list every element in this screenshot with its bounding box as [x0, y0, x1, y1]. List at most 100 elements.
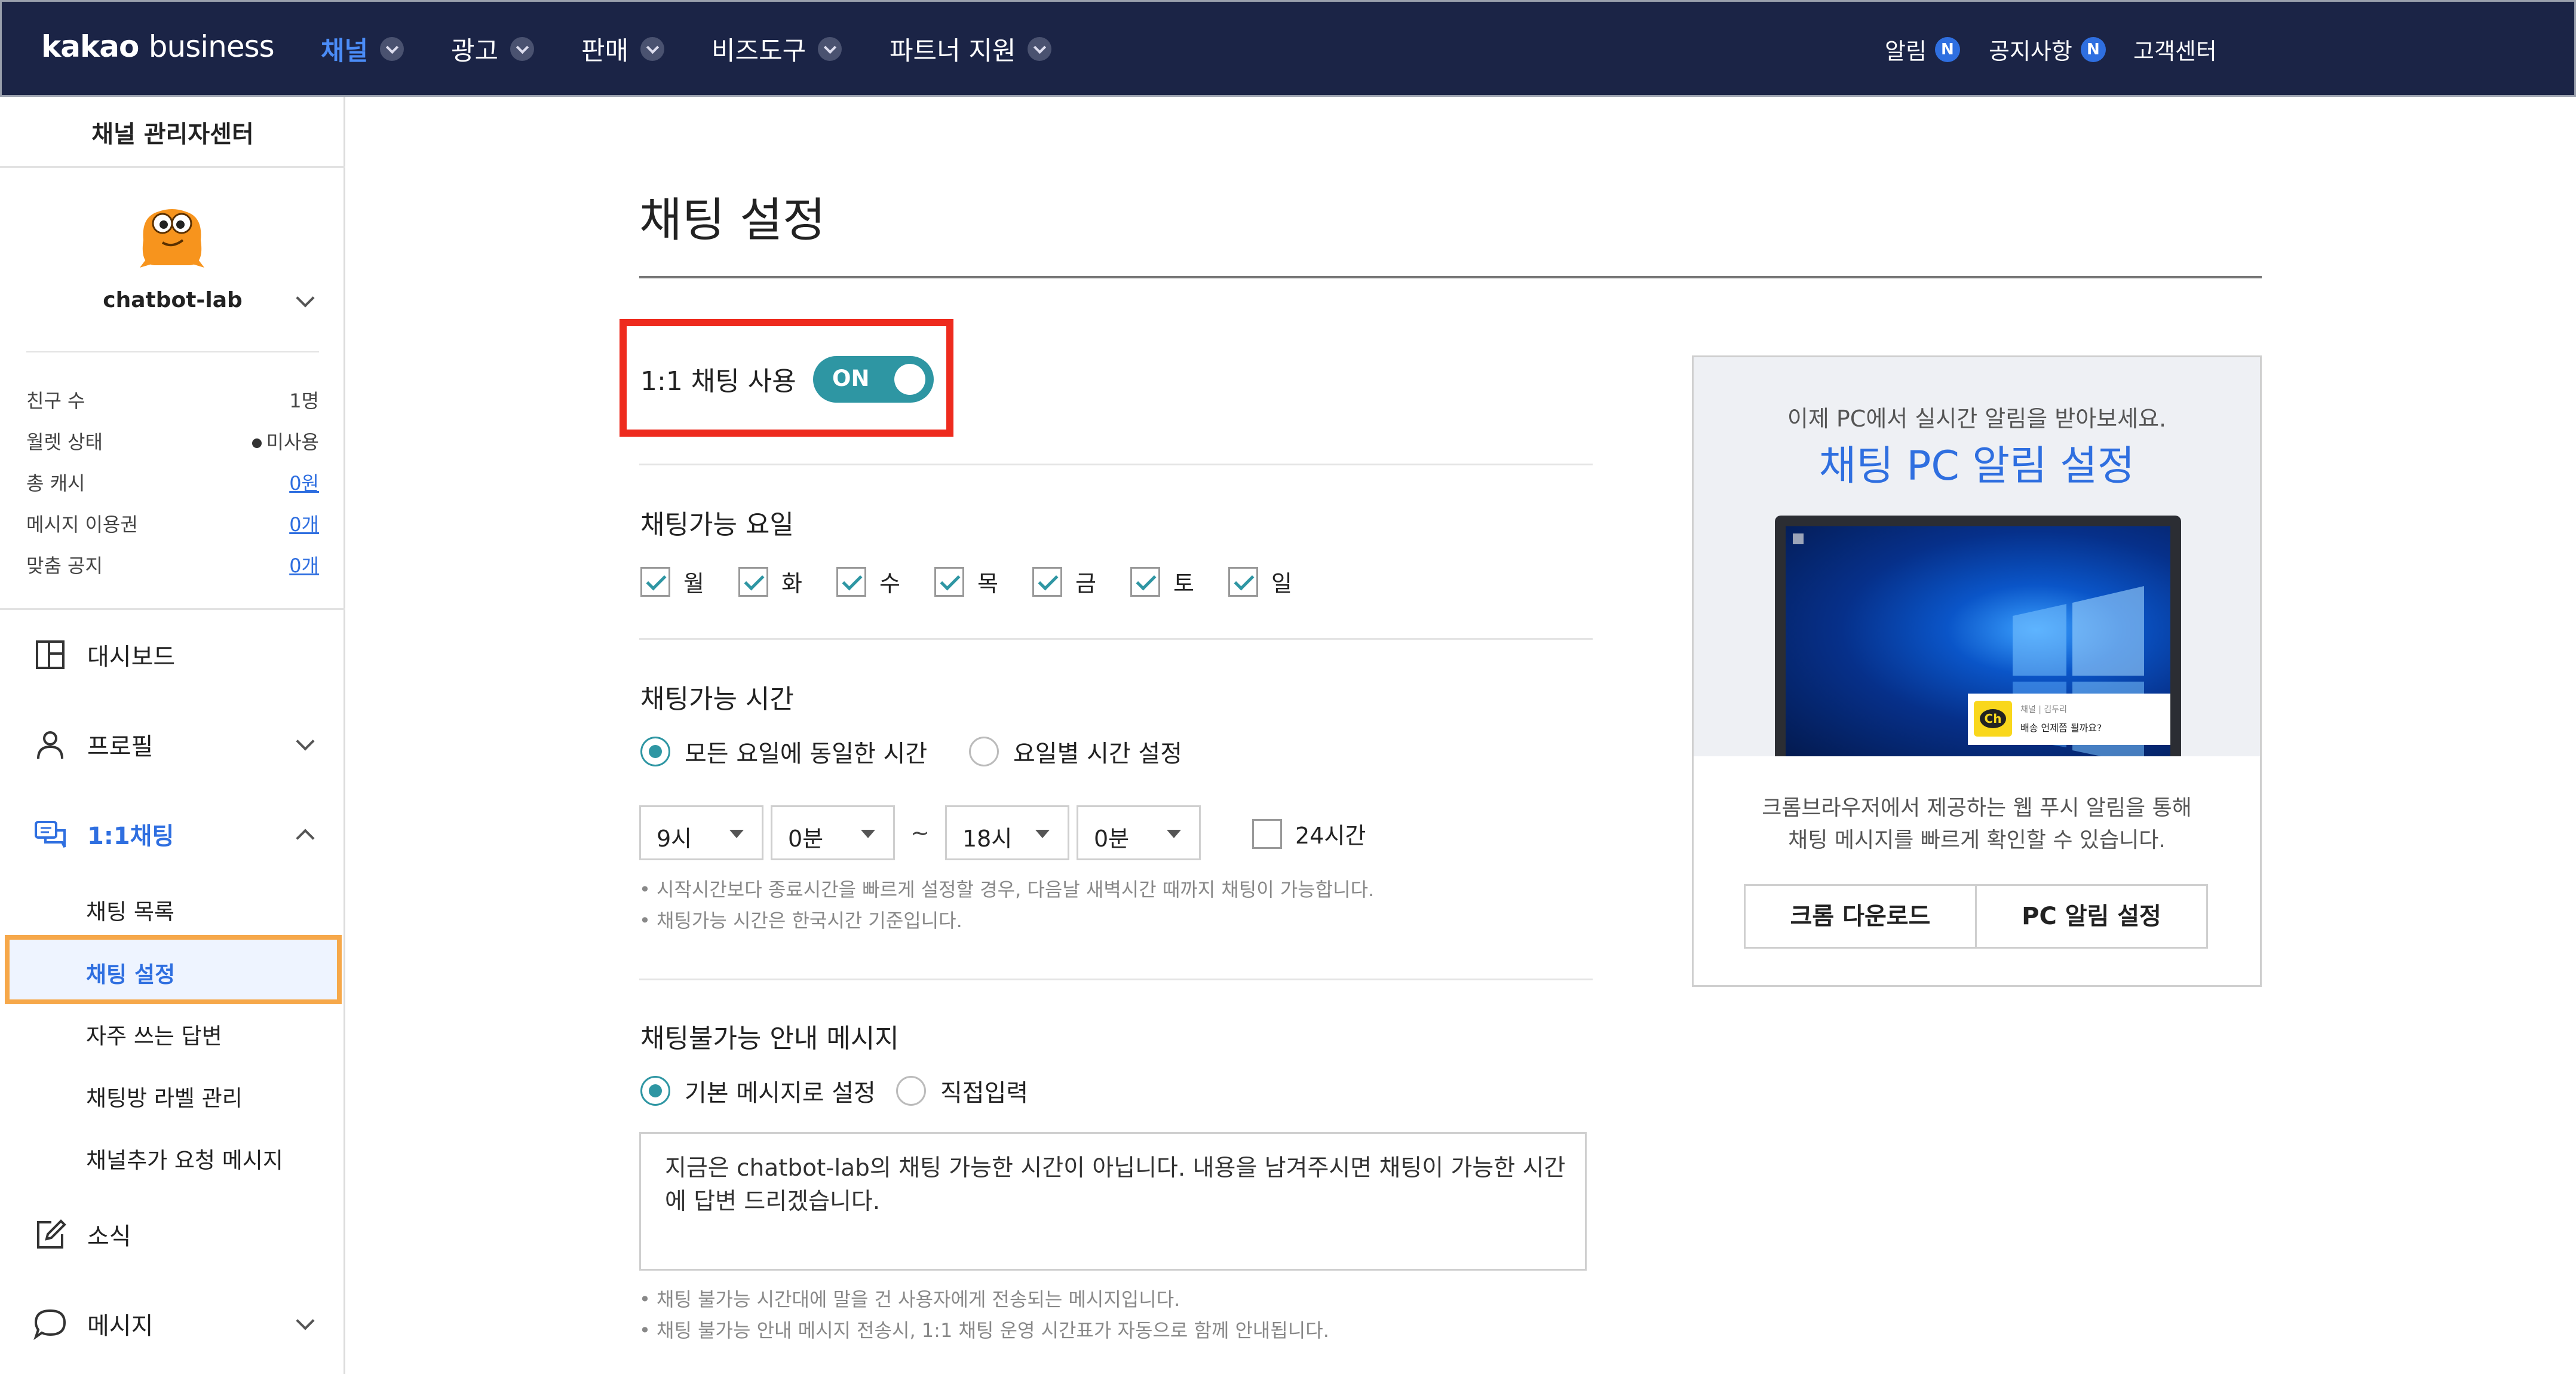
- radio-per-day-time[interactable]: 요일별 시간 설정: [969, 734, 1182, 769]
- radio-label: 기본 메시지로 설정: [685, 1079, 876, 1107]
- radio-label: 직접입력: [940, 1079, 1029, 1107]
- sidebar-item-dashboard[interactable]: 대시보드: [33, 637, 175, 672]
- speech-bubble-icon: [33, 1309, 66, 1341]
- time-note-1: • 시작시간보다 종료시간을 빠르게 설정할 경우, 다음날 새벽시간 때까지 …: [639, 878, 1375, 901]
- nav-menu-label: 비즈도구: [712, 36, 806, 66]
- checkbox-label: 24시간: [1295, 823, 1366, 849]
- divider: [639, 638, 1593, 640]
- top-navigation-bar: kakao business 채널 광고 판매 비즈도구 파트너 지원 알림 N…: [0, 0, 2576, 97]
- new-badge: N: [2080, 36, 2106, 62]
- stat-friends: 친구 수 1명: [26, 386, 319, 413]
- customer-center-label: 고객센터: [2133, 38, 2217, 65]
- checkbox[interactable]: [1130, 566, 1160, 597]
- promo-subtitle: 이제 PC에서 실시간 알림을 받아보세요.: [1787, 406, 2167, 432]
- logo-bold: kakao: [41, 29, 139, 64]
- nav-menu-sales[interactable]: 판매: [581, 30, 665, 68]
- chrome-download-button[interactable]: 크롬 다운로드: [1744, 884, 1977, 949]
- dropdown-arrow-icon: [729, 830, 744, 838]
- unavailable-section-title: 채팅불가능 안내 메시지: [640, 1023, 899, 1054]
- stat-value-wrap: 0개: [289, 510, 319, 537]
- notification-sender: 채널 | 김두리: [2020, 705, 2068, 714]
- unavailable-message-textarea[interactable]: 지금은 chatbot-lab의 채팅 가능한 시간이 아닙니다. 내용을 남겨…: [639, 1132, 1587, 1271]
- radio-custom-message[interactable]: 직접입력: [896, 1074, 1028, 1108]
- chevron-down-icon: [1028, 37, 1052, 61]
- stat-value: 1명: [289, 389, 319, 412]
- chevron-down-icon[interactable]: [296, 1311, 315, 1330]
- chat-enable-toggle[interactable]: ON: [813, 356, 934, 403]
- checkbox[interactable]: [934, 566, 964, 597]
- promo-title: 채팅 PC 알림 설정: [1818, 443, 2135, 490]
- start-minute-select[interactable]: 0분: [771, 805, 895, 860]
- notices-label: 공지사항: [1989, 38, 2072, 65]
- chevron-down-icon: [640, 37, 665, 61]
- kakao-channel-icon: Ch: [1974, 701, 2012, 737]
- stat-label: 월렛 상태: [26, 431, 103, 453]
- laptop-illustration: Ch 채널 | 김두리 배송 언제쯤 될까요?: [1775, 516, 2181, 756]
- sidebar-item-news[interactable]: 소식: [33, 1217, 131, 1252]
- checkbox[interactable]: [1228, 566, 1258, 597]
- nav-menu-biz-tools[interactable]: 비즈도구: [712, 30, 842, 68]
- sidebar-item-label: 소식: [87, 1223, 131, 1250]
- nav-menu-label: 광고: [451, 36, 499, 66]
- sidebar-sub-chat-labels[interactable]: 채팅방 라벨 관리: [86, 1080, 243, 1112]
- end-minute-select[interactable]: 0분: [1077, 805, 1201, 860]
- range-separator: ~: [910, 820, 930, 846]
- message-text: 지금은 chatbot-lab의 채팅 가능한 시간이 아닙니다. 내용을 남겨…: [665, 1155, 1566, 1215]
- day-checkbox-tue[interactable]: 화: [738, 565, 802, 598]
- day-checkbox-sat[interactable]: 토: [1130, 565, 1194, 598]
- checkbox[interactable]: [640, 566, 670, 597]
- start-hour-select[interactable]: 9시: [639, 805, 763, 860]
- sidebar-item-message[interactable]: 메시지: [33, 1306, 153, 1341]
- divider: [26, 351, 319, 352]
- kakao-business-logo[interactable]: kakao business: [41, 29, 275, 64]
- message-note-2: • 채팅 불가능 안내 메시지 전송시, 1:1 채팅 운영 시간표가 자동으로…: [639, 1319, 1329, 1342]
- radio-button[interactable]: [640, 1076, 670, 1106]
- day-checkbox-sun[interactable]: 일: [1228, 565, 1292, 598]
- notifications-link[interactable]: 알림 N: [1885, 33, 1960, 66]
- nav-menu-ads[interactable]: 광고: [451, 30, 535, 68]
- pc-notification-settings-button[interactable]: PC 알림 설정: [1975, 884, 2208, 949]
- message-note-1: • 채팅 불가능 시간대에 말을 건 사용자에게 전송되는 메시지입니다.: [639, 1288, 1180, 1311]
- stat-custom-notice: 맞춤 공지 0개: [26, 551, 319, 578]
- stat-notice-link[interactable]: 0개: [289, 554, 319, 577]
- stat-cash-link[interactable]: 0원: [289, 472, 319, 495]
- nav-menu-label: 채널: [321, 36, 369, 66]
- all-day-checkbox[interactable]: 24시간: [1252, 817, 1366, 850]
- nav-menu-channel[interactable]: 채널: [321, 30, 404, 68]
- checkbox[interactable]: [1252, 818, 1282, 849]
- radio-button[interactable]: [969, 737, 999, 766]
- sidebar-item-profile[interactable]: 프로필: [33, 727, 153, 762]
- sidebar-sub-chat-list[interactable]: 채팅 목록: [86, 894, 174, 926]
- radio-same-time[interactable]: 모든 요일에 동일한 시간: [640, 734, 927, 769]
- radio-button[interactable]: [896, 1076, 926, 1106]
- nav-menu-partner-support[interactable]: 파트너 지원: [890, 30, 1052, 68]
- sidebar-sub-add-channel-message[interactable]: 채널추가 요청 메시지: [86, 1142, 283, 1174]
- day-checkbox-mon[interactable]: 월: [640, 565, 704, 598]
- notification-popup: Ch 채널 | 김두리 배송 언제쯤 될까요?: [1968, 694, 2170, 745]
- notices-link[interactable]: 공지사항 N: [1989, 33, 2106, 66]
- person-icon: [37, 731, 63, 759]
- sidebar-sub-chat-settings[interactable]: 채팅 설정: [5, 935, 342, 1004]
- stat-wallet: 월렛 상태 미사용: [26, 427, 319, 455]
- day-checkbox-fri[interactable]: 금: [1032, 565, 1096, 598]
- chat-toggle-label: 1:1 채팅 사용: [640, 366, 796, 397]
- checkbox[interactable]: [836, 566, 866, 597]
- dropdown-arrow-icon: [1035, 830, 1050, 838]
- toggle-state: ON: [832, 366, 870, 391]
- chevron-up-icon[interactable]: [296, 829, 315, 848]
- checkbox[interactable]: [738, 566, 768, 597]
- day-label: 목: [977, 571, 998, 597]
- end-hour-select[interactable]: 18시: [945, 805, 1069, 860]
- chevron-down-icon: [380, 37, 404, 61]
- stat-voucher-link[interactable]: 0개: [289, 513, 319, 536]
- radio-button[interactable]: [640, 737, 670, 766]
- sidebar-sub-saved-replies[interactable]: 자주 쓰는 답변: [86, 1018, 222, 1050]
- day-checkbox-wed[interactable]: 수: [836, 565, 900, 598]
- radio-default-message[interactable]: 기본 메시지로 설정: [640, 1074, 876, 1108]
- customer-center-link[interactable]: 고객센터: [2133, 33, 2217, 66]
- chevron-down-icon: [818, 37, 842, 61]
- sidebar-item-1to1-chat[interactable]: 1:1채팅: [33, 817, 174, 851]
- day-checkbox-thu[interactable]: 목: [934, 565, 998, 598]
- checkbox[interactable]: [1032, 566, 1062, 597]
- chevron-down-icon[interactable]: [296, 732, 315, 751]
